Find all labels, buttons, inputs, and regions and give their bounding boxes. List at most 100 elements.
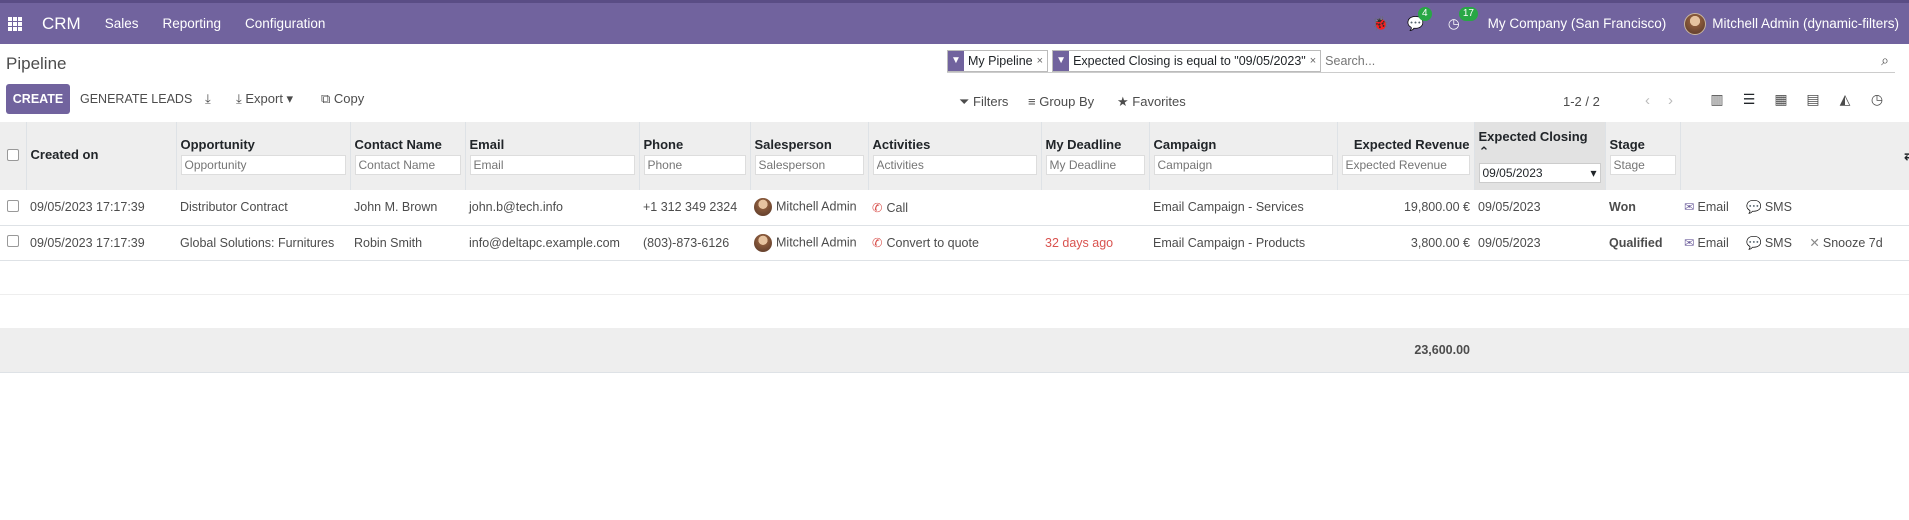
table-row[interactable]: 09/05/2023 17:17:39 Global Solutions: Fu… bbox=[0, 225, 1909, 261]
cell-salesperson: Mitchell Admin bbox=[750, 190, 868, 226]
messages-icon[interactable]: 💬 4 bbox=[1407, 6, 1432, 32]
search-icon[interactable]: ⌕ bbox=[1881, 52, 1889, 69]
column-expected-revenue[interactable]: Expected Revenue bbox=[1337, 122, 1475, 190]
opportunity-filter-input[interactable] bbox=[180, 155, 346, 175]
column-contact-name[interactable]: Contact Name bbox=[350, 122, 466, 190]
cell-email: john.b@tech.info bbox=[465, 190, 639, 226]
row-checkbox[interactable] bbox=[7, 235, 19, 247]
favorites-button[interactable]: ★ Favorites bbox=[1117, 94, 1186, 110]
total-revenue: 23,600.00 bbox=[1337, 328, 1474, 373]
menu-configuration[interactable]: Configuration bbox=[245, 16, 325, 31]
pager-previous-icon[interactable]: ‹ bbox=[1645, 92, 1650, 109]
activities-filter-input[interactable] bbox=[872, 155, 1037, 175]
column-email[interactable]: Email bbox=[465, 122, 640, 190]
cell-campaign: Email Campaign - Services bbox=[1149, 190, 1337, 226]
cell-campaign: Email Campaign - Products bbox=[1149, 225, 1337, 261]
page-title: Pipeline bbox=[6, 54, 67, 73]
app-brand[interactable]: CRM bbox=[42, 14, 81, 34]
calendar-view-icon[interactable]: ▦ bbox=[1772, 91, 1790, 109]
cell-contact: John M. Brown bbox=[350, 190, 465, 226]
column-created-on[interactable]: Created on bbox=[26, 122, 177, 190]
filters-button[interactable]: ⏷ Filters bbox=[959, 94, 1008, 110]
kanban-view-icon[interactable]: ▥ bbox=[1708, 91, 1726, 109]
create-button[interactable]: CREATE bbox=[6, 84, 70, 114]
cell-activity[interactable]: ✆ Convert to quote bbox=[868, 225, 1041, 261]
export-button[interactable]: ⤓ Export ▾ bbox=[236, 91, 293, 107]
search-input[interactable] bbox=[1325, 53, 1726, 68]
column-campaign[interactable]: Campaign bbox=[1149, 122, 1338, 190]
column-stage[interactable]: Stage bbox=[1605, 122, 1681, 190]
column-phone[interactable]: Phone bbox=[639, 122, 751, 190]
deadline-filter-input[interactable] bbox=[1045, 155, 1145, 175]
filter-facet-my-pipeline: ▼ My Pipeline × bbox=[947, 49, 1049, 72]
column-my-deadline[interactable]: My Deadline bbox=[1041, 122, 1150, 190]
cell-salesperson: Mitchell Admin bbox=[750, 225, 868, 261]
pivot-view-icon[interactable]: ▤ bbox=[1804, 91, 1822, 109]
contact-filter-input[interactable] bbox=[354, 155, 461, 175]
activities-clock-icon[interactable]: ◷ 17 bbox=[1448, 6, 1478, 32]
column-salesperson[interactable]: Salesperson bbox=[750, 122, 869, 190]
cell-deadline: 32 days ago bbox=[1041, 225, 1149, 261]
salesperson-avatar bbox=[754, 198, 772, 217]
sms-button[interactable]: 💬 SMS bbox=[1746, 200, 1792, 214]
generate-leads-button[interactable]: GENERATE LEADS bbox=[80, 92, 192, 106]
activities-badge: 17 bbox=[1458, 6, 1478, 21]
phone-icon: ✆ bbox=[872, 200, 883, 215]
sms-button[interactable]: 💬 SMS bbox=[1746, 236, 1792, 250]
chat-icon: 💬 bbox=[1746, 200, 1762, 215]
chat-icon: 💬 bbox=[1746, 235, 1762, 250]
user-avatar[interactable] bbox=[1684, 12, 1707, 35]
snooze-button[interactable]: ✕ Snooze 7d bbox=[1809, 236, 1882, 250]
menu-reporting[interactable]: Reporting bbox=[163, 16, 222, 31]
table-footer: 23,600.00 bbox=[0, 328, 1909, 373]
table-row[interactable]: 09/05/2023 17:17:39 Distributor Contract… bbox=[0, 190, 1909, 226]
cell-closing: 09/05/2023 bbox=[1474, 190, 1605, 226]
campaign-filter-input[interactable] bbox=[1153, 155, 1333, 175]
cell-opportunity: Global Solutions: Furnitures bbox=[176, 225, 350, 261]
cell-email: info@deltapc.example.com bbox=[465, 225, 639, 261]
column-expected-closing[interactable]: Expected Closing ⌃ 09/05/2023 ▾ bbox=[1474, 122, 1606, 190]
pipeline-list: Created on Opportunity Contact Name Emai… bbox=[0, 122, 1909, 373]
copy-button[interactable]: ⧉ Copy bbox=[321, 91, 364, 107]
apps-menu-icon[interactable] bbox=[8, 16, 22, 31]
row-checkbox[interactable] bbox=[7, 199, 19, 212]
cell-deadline bbox=[1041, 190, 1149, 226]
activity-view-icon[interactable]: ◷ bbox=[1868, 91, 1886, 109]
debug-bug-icon[interactable]: 🐞 bbox=[1372, 16, 1389, 32]
pager-next-icon[interactable]: › bbox=[1668, 92, 1673, 109]
phone-filter-input[interactable] bbox=[643, 155, 746, 175]
stage-filter-input[interactable] bbox=[1609, 155, 1676, 175]
remove-facet-icon[interactable]: × bbox=[1310, 55, 1320, 67]
cell-activity[interactable]: ✆ Call bbox=[868, 190, 1041, 226]
filter-icon: ▼ bbox=[1053, 50, 1070, 71]
pager-value[interactable]: 1-2 / 2 bbox=[1563, 94, 1600, 109]
cell-created-on: 09/05/2023 17:17:39 bbox=[26, 190, 176, 226]
envelope-icon: ✉ bbox=[1684, 235, 1695, 250]
optional-columns-icon[interactable]: ⇄ bbox=[1900, 122, 1909, 190]
graph-view-icon[interactable]: ◭ bbox=[1836, 91, 1854, 109]
cell-opportunity: Distributor Contract bbox=[176, 190, 350, 226]
group-by-button[interactable]: ≡ Group By bbox=[1028, 94, 1094, 109]
user-menu[interactable]: Mitchell Admin (dynamic-filters) bbox=[1712, 16, 1899, 31]
column-activities[interactable]: Activities bbox=[868, 122, 1042, 190]
cell-stage: Qualified bbox=[1605, 225, 1680, 261]
email-button[interactable]: ✉ Email bbox=[1684, 236, 1729, 250]
column-opportunity[interactable]: Opportunity bbox=[176, 122, 351, 190]
download-icon[interactable]: ⤓ bbox=[205, 91, 211, 107]
salesperson-filter-input[interactable] bbox=[754, 155, 864, 175]
email-button[interactable]: ✉ Email bbox=[1684, 200, 1729, 214]
cell-revenue: 3,800.00 € bbox=[1337, 225, 1474, 261]
closing-filter-select[interactable]: 09/05/2023 ▾ bbox=[1478, 163, 1601, 183]
filter-icon: ▼ bbox=[948, 50, 964, 71]
filter-facet-expected-closing: ▼ Expected Closing is equal to "09/05/20… bbox=[1052, 49, 1322, 72]
top-navbar: CRM Sales Reporting Configuration 🐞 💬 4 ◷… bbox=[0, 0, 1909, 44]
cell-contact: Robin Smith bbox=[350, 225, 465, 261]
revenue-filter-input[interactable] bbox=[1341, 155, 1470, 175]
company-switcher[interactable]: My Company (San Francisco) bbox=[1488, 16, 1667, 31]
menu-sales[interactable]: Sales bbox=[105, 16, 139, 31]
select-all-checkbox[interactable] bbox=[6, 148, 19, 161]
remove-facet-icon[interactable]: × bbox=[1037, 55, 1047, 67]
cell-stage: Won bbox=[1605, 190, 1680, 226]
email-filter-input[interactable] bbox=[469, 155, 635, 175]
list-view-icon[interactable]: ☰ bbox=[1740, 91, 1758, 109]
